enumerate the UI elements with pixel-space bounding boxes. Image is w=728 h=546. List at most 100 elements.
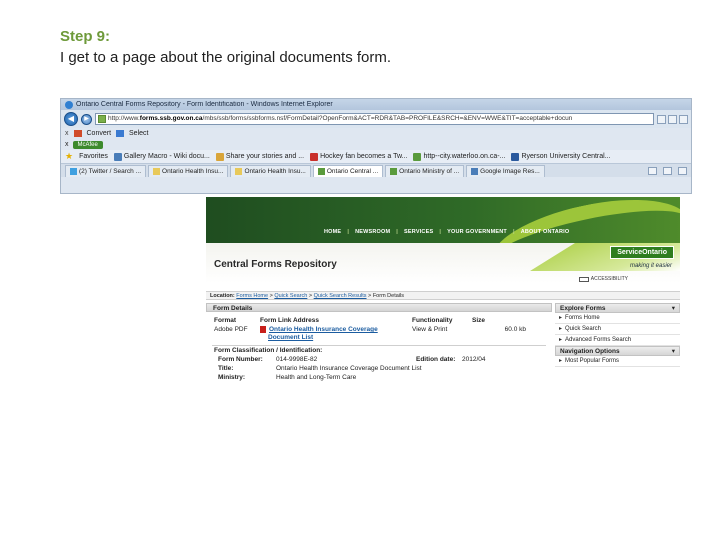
nav-about-ontario[interactable]: ABOUT ONTARIO [521,229,570,235]
collapse-icon[interactable]: ▾ [672,304,675,312]
form-link[interactable]: Ontario Health Insurance Coverage [269,326,378,333]
favorite-item[interactable]: Gallery Macro - Wiki docu... [113,152,210,161]
favorite-item[interactable]: http--city.waterloo.on.ca-... [413,152,505,161]
tagline: making it easier [629,263,672,269]
form-number-row: Form Number: 014-9998E-82 Edition date: … [206,355,552,364]
favicon-icon [413,152,422,161]
tab-ontario-central[interactable]: Ontario Central ... [312,165,384,177]
favorite-item[interactable]: Hockey fan becomes a Tw... [310,152,407,161]
nav-your-government[interactable]: YOUR GOVERNMENT [447,229,507,235]
sidebar-item-quick-search[interactable]: Quick Search [555,324,680,335]
details-header-row: Format Form Link Address Functionality S… [206,316,552,325]
accessibility-icon [578,276,589,282]
page-icon [390,168,398,175]
form-number-value: 014-9998E-82 [276,356,318,363]
print-icon[interactable] [678,167,687,175]
tab-ontario-ministry[interactable]: Ontario Ministry of ... [385,165,465,177]
page-favicon-icon [98,115,106,123]
sidebar-item-most-popular[interactable]: Most Popular Forms [555,356,680,367]
web-page: HOME | NEWSROOM | SERVICES | YOUR GOVERNMEN… [206,197,680,399]
pdf-icon [260,325,266,333]
ministry-row: Ministry: Health and Long-Term Care [206,373,552,382]
favorite-item[interactable]: Share your stories and ... [215,152,304,161]
tab-ohip-2[interactable]: Ontario Health Insu... [230,165,311,177]
breadcrumb-label: Location: [210,293,235,299]
favorite-item[interactable]: Ryerson University Central... [511,152,611,161]
mcafee-button[interactable]: McAfee [72,140,103,149]
form-number-label: Form Number: [218,356,263,363]
breadcrumb-quick-search[interactable]: Quick Search [274,293,307,299]
format-value: Adobe PDF [214,326,248,333]
favorites-button[interactable]: Favorites [79,153,108,160]
site-header: Central Forms Repository ServiceOntario … [206,243,680,283]
close-toolbar-icon[interactable]: x [65,130,69,137]
col-functionality: Functionality [412,317,453,324]
accessibility-link[interactable]: ACCESSIBILITY [578,276,628,282]
top-nav: HOME | NEWSROOM | SERVICES | YOUR GOVERNMEN… [324,229,570,235]
favicon-icon [511,152,520,161]
favorites-bar: ★ Favorites Gallery Macro - Wiki docu...… [61,150,691,163]
window-title: Ontario Central Forms Repository - Form … [76,101,333,108]
col-size: Size [472,317,486,324]
nav-newsroom[interactable]: NEWSROOM [355,229,390,235]
collapse-icon[interactable]: ▾ [672,347,675,355]
explore-forms-header: Explore Forms ▾ [555,303,680,313]
twitter-icon [70,168,77,175]
refresh-icon[interactable] [668,114,677,124]
sidebar-item-forms-home[interactable]: Forms Home [555,313,680,324]
section-title: Form Details [206,303,552,312]
functionality-value: View & Print [412,326,448,333]
tab-google-image[interactable]: Google Image Res... [466,165,545,177]
edition-label: Edition date: [416,356,456,363]
edition-value: 2012/04 [462,356,486,363]
breadcrumb-forms-home[interactable]: Forms Home [236,293,268,299]
nav-home[interactable]: HOME [324,229,341,235]
breadcrumb-current: Form Details [372,293,404,299]
convert-button[interactable]: Convert [87,130,112,137]
step-description: I get to a page about the original docum… [60,49,392,66]
breadcrumb-quick-search-results[interactable]: Quick Search Results [314,293,367,299]
back-arrow-icon[interactable]: ◀ [64,112,78,126]
rss-icon[interactable] [663,167,672,175]
tab-ohip-1[interactable]: Ontario Health Insu... [148,165,229,177]
browser-window: Ontario Central Forms Repository - Form … [60,98,692,194]
stop-icon[interactable] [679,114,688,124]
details-row: Adobe PDF Ontario Health Insurance Cover… [206,325,552,334]
home-icon[interactable] [648,167,657,175]
close-mcafee-icon[interactable]: x [65,141,69,148]
tab-twitter[interactable]: (2) Twitter / Search ... [65,165,147,177]
form-details-panel: Form Details Format Form Link Address Fu… [206,303,552,399]
form-link-line2[interactable]: Document List [206,334,552,343]
tab-strip: (2) Twitter / Search ... Ontario Health … [61,163,691,177]
navigation-options-header: Navigation Options ▾ [555,346,680,356]
breadcrumb: Location: Forms Home > Quick Search > Qu… [206,291,680,300]
address-row: ◀ ▶ http://www.forms.ssb.gov.on.ca/mbs/s… [61,110,691,128]
command-bar: x Convert Select [61,128,691,139]
select-button[interactable]: Select [129,130,148,137]
url-prefix: http://www. [108,115,140,122]
size-value: 60.0 kb [504,326,526,333]
compatibility-icon[interactable] [657,114,666,124]
address-bar[interactable]: http://www.forms.ssb.gov.on.ca/mbs/ssb/f… [95,113,654,125]
site-banner: HOME | NEWSROOM | SERVICES | YOUR GOVERNMEN… [206,197,680,296]
ministry-value: Health and Long-Term Care [276,374,357,381]
explore-forms-title: Explore Forms [560,305,606,312]
forward-arrow-icon[interactable]: ▶ [81,113,92,125]
page-icon [317,168,325,175]
step-title: Step 9: [60,28,111,45]
favicon-icon [310,152,319,161]
favicon-icon [113,152,122,161]
col-form-link: Form Link Address [260,317,319,324]
navigation-options-title: Navigation Options [560,348,620,355]
nav-services[interactable]: SERVICES [404,229,433,235]
page-icon [235,168,243,175]
sidebar-item-advanced-search[interactable]: Advanced Forms Search [555,335,680,346]
url-domain: forms.ssb.gov.on.ca [139,115,203,122]
page-icon [153,168,161,175]
favorites-star-icon: ★ [65,151,74,161]
serviceontario-logo[interactable]: ServiceOntario [610,246,674,259]
col-format: Format [214,317,237,324]
classification-title: Form Classification / Identification: [214,347,323,354]
ministry-label: Ministry: [218,374,246,381]
window-titlebar: Ontario Central Forms Repository - Form … [61,99,691,110]
